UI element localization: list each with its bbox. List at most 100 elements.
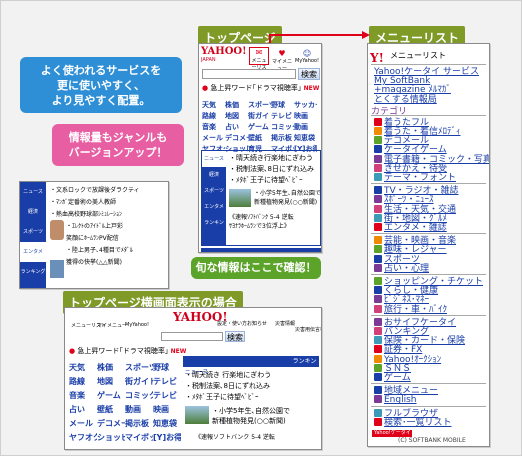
menu-item-icon [374,417,382,426]
landscape-tabs: ニュース 経済 スポーツ エンタメランキング [183,356,319,378]
divider [371,383,486,385]
my-yahoo-label: MyYahoo! [295,58,319,64]
menu-item-icon [374,154,382,163]
menu-item[interactable]: エンタメ・雑誌 [374,223,447,233]
side-news-tab[interactable]: 経済 [20,202,46,222]
menu-item-icon [374,245,382,254]
my-yahoo-button[interactable]: ☺ MyYahoo! [294,49,320,64]
landscape-service-link[interactable]: [Y]お得 [153,432,181,443]
landscape-header-link[interactable]: 災害用伝言板 [295,326,321,333]
landscape-caption[interactable]: ・小学5年生､自然公園で 新種植物発見(○○新聞) [212,406,290,426]
menu-list-phone: Y! メニューリスト Yahoo!ケータイ サービス My SoftBank +ma… [367,43,490,447]
menu-item-icon [374,136,382,145]
menu-item-label: English [384,395,417,406]
trending-line[interactable]: ● 急上昇ワード｢ドラマ視聴率｣ NEW [202,83,319,93]
news-tab[interactable]: 経済 [202,167,226,183]
side-news-item[interactable]: ・熱血高校野球部ｼﾐｭﾚｰｼｮﾝ [50,209,140,221]
landscape-search-input[interactable] [161,332,223,341]
side-news-tab[interactable]: スポーツ [20,222,46,242]
landscape-grid: 天気株価スポーツ野球路線地図街ガイドテレビ音楽ゲームコミックテレビ占い壁紙動画映… [69,358,181,442]
menu-item-icon [374,127,382,135]
grid-row: 天気株価スポーツ野球サッカー [202,95,320,109]
landscape-news-item[interactable]: ・ﾒﾀﾎﾞ王子に待望ﾍﾞﾋﾞｰ [185,392,271,403]
divider [371,274,486,275]
landscape-service-link[interactable]: ショッピング [97,432,125,443]
menu-item-icon [374,336,382,345]
menu-list-button[interactable]: ✉ メニューリスト [249,47,269,78]
trending-text: 急上昇ワード｢ドラマ視聴率｣ [210,84,302,92]
side-news-item[interactable]: ・文系ロックで放課後ダラクティ [50,185,140,197]
menu-item[interactable]: 旅行・車・ﾊﾞｲｸ [374,304,448,315]
footer-logo: Yahoo!ケータイ [372,430,412,437]
menu-item-label: 旅行・車・ﾊﾞｲｸ [384,304,448,315]
callout-blue: よく使われるサービスを 更に使いやすく、 より見やすく配置。 [20,57,182,113]
landscape-tab[interactable]: ランキング [291,356,318,378]
menu-item[interactable]: テーマ・フォント [374,173,456,183]
landscape-breaking-link[interactable]: 《速報ソフトバンク 5-4 逆転 [195,432,275,441]
side-news-item[interactable]: ・陸上男子､4種目でﾒﾀﾞﾙ [50,245,140,257]
new-badge: NEW [303,85,320,92]
menu-item-icon [374,327,382,335]
news-tabs: ニュース経済スポーツエンタメランキング [202,151,226,245]
menu-item-icon [374,295,382,304]
menu-item-icon [374,254,382,263]
landscape-trending[interactable]: ● 急上昇ワード｢ドラマ視聴率｣ NEW [69,346,186,356]
landscape-grid-row: メールデコメール掲示板知恵袋 [69,414,181,428]
yahoo-logo-sub: JAPAN [201,57,216,63]
landscape-header-link[interactable]: 災害情報 [275,320,295,327]
landscape-grid-row: 路線地図街ガイドテレビ [69,372,181,386]
callout-pink: 情報量もジャンルも バージョンアップ！ [52,124,184,166]
side-news-item[interactable]: ・ﾏﾝｶﾞ定番術の美人教師 [50,197,140,209]
menu-item-icon [374,117,382,126]
news-item[interactable]: ・税制法案､8日にずれ込み [229,164,314,175]
landscape-header-link[interactable]: マイメニュー [97,322,127,329]
divider [371,183,486,185]
service-grid: 天気株価スポーツ野球サッカー路線地図街ガイドテレビ映画音楽占いゲームコミック動画… [202,95,320,153]
news-tab[interactable]: ニュース [202,151,226,167]
divider [371,233,486,235]
news-tab[interactable]: ランキング [202,215,226,231]
side-news-tab[interactable]: ニュース [20,182,46,202]
menu-list-title: メニューリスト [390,51,446,60]
menu-item[interactable]: 検索･一覧リスト [374,417,452,428]
search-input[interactable] [202,69,296,79]
side-news-tab[interactable]: ランキング [20,262,46,282]
landscape-logo: YAHOO! [173,310,228,324]
landscape-header-link[interactable]: MyYahoo! [125,322,149,328]
side-news-tabs: ニュース 経済 スポーツ エンタメ ランキング [20,182,46,288]
landscape-news-item[interactable]: ・税制法案､8日にずれ込み [185,381,271,392]
news-tab[interactable]: エンタメ [202,199,226,215]
menu-item-label: ゲーム [384,373,411,383]
news-item[interactable]: ・ﾒﾀﾎﾞ王子に待望ﾍﾞﾋﾞｰ [229,175,314,186]
stage: トップページ メニューリスト トップページ横画面表示の場合 よく使われるサービス… [0,0,522,456]
menu-item-icon [374,373,382,381]
breaking-link-line2: ｻﾖﾅﾗﾎｰﾑﾗﾝで3位浮上》 [229,223,290,230]
menu-item[interactable]: 占い・心理 [374,263,429,274]
landscape-service-link[interactable]: ヤフオク [69,432,97,443]
menu-item[interactable]: English [374,395,417,405]
landscape-search-button[interactable]: 検索 [225,331,245,342]
landscape-caption-line1: ・小学5年生､自然公園で [212,407,290,415]
breaking-link[interactable]: 《速報ｿﾌﾄﾊﾞﾝｸ 5-4 逆転 ｻﾖﾅﾗﾎｰﾑﾗﾝで3位浮上》 [229,213,294,231]
news-box: ニュース経済スポーツエンタメランキング ・晴天続き行楽地にぎわう・税制法案､8日… [201,150,321,246]
menu-item-icon [374,213,382,222]
news-item[interactable]: ・晴天続き行楽地にぎわう [229,153,314,164]
landscape-header-link[interactable]: お知らせ [247,320,267,327]
callout-pink-line1: 情報量もジャンルも [68,131,168,144]
landscape-news-item[interactable]: ・晴天続き 行楽地にぎわう [185,370,271,381]
menu-item[interactable]: ゲーム [374,373,411,383]
copyright: (C) SOFTBANK MOBILE [398,437,466,444]
landscape-caption-line2: 新種植物発見(○○新聞) [212,417,286,425]
landscape-service-link[interactable]: マイボックス [125,432,153,443]
news-items: ・晴天続き行楽地にぎわう ・税制法案､8日にずれ込み ・ﾒﾀﾎﾞ王子に待望ﾍﾞﾋﾞｰ [229,153,314,186]
landscape-trending-text: 急上昇ワード｢ドラマ視聴率｣ [77,347,169,355]
side-news-tab[interactable]: エンタメ [20,242,46,262]
news-tab[interactable]: スポーツ [202,183,226,199]
yahoo-y-logo: Y! [370,47,386,65]
landscape-phone: メニューリスト マイメニュー MyYahoo! 設定・使い方 お知らせ 災害情報 災害用伝言… [64,307,322,450]
heart-icon: ♥ [278,49,286,58]
photo-caption[interactable]: ・小学5年生､自然公園で 新種植物発見(○○新聞) [254,189,321,207]
landscape-grid-row: 天気株価スポーツ野球 [69,358,181,372]
menu-item-icon [374,408,382,417]
search-button[interactable]: 検索 [298,68,320,80]
